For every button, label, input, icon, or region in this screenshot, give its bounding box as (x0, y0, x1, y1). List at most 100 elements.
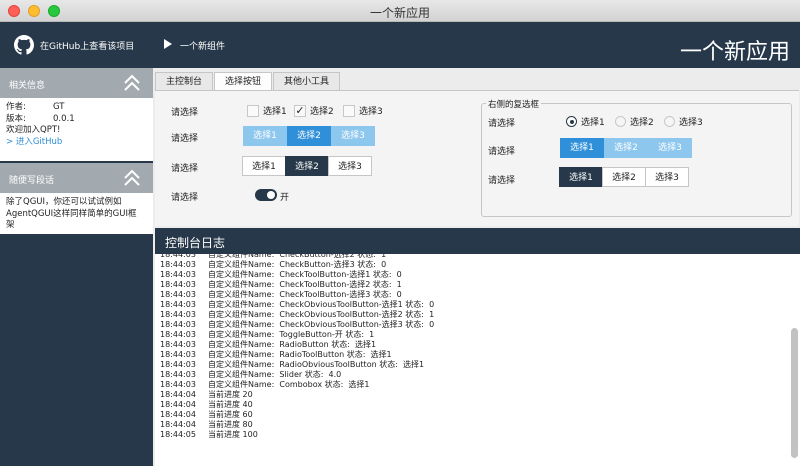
seg-option-3[interactable]: 选择3 (648, 138, 692, 158)
row-label: 请选择 (488, 147, 516, 157)
radio-option-3[interactable]: 选择3 (664, 115, 703, 128)
radio-label: 选择1 (581, 118, 605, 128)
log-line: 18:44:04 当前进度 60 (160, 410, 434, 420)
row-label: 请选择 (171, 134, 199, 144)
row-label: 请选择 (488, 119, 516, 129)
log-message: 自定义组件Name: CheckButton-选择2 状态: 1 (208, 254, 387, 259)
console-log[interactable]: 18:44:03 自定义组件Name: CheckButton-选择2 状态: 1… (155, 254, 800, 466)
welcome-text: 欢迎加入QPT! (6, 125, 61, 135)
seg-option-2[interactable]: 选择2 (602, 167, 646, 187)
info-section-title: 相关信息 (9, 81, 46, 91)
log-message: 自定义组件Name: CheckToolButton-选择2 状态: 1 (208, 280, 402, 289)
author-value: GT (53, 102, 65, 112)
radio-selected[interactable] (566, 116, 577, 127)
play-icon[interactable] (164, 39, 172, 49)
window-titlebar: 一个新应用 (0, 0, 800, 22)
radio-obvious-tool-button-group: 选择1 选择2 选择3 (559, 167, 689, 187)
radio-tool-button-group: 选择1 选择2 选择3 (560, 138, 692, 158)
log-time: 18:44:03 (160, 280, 196, 289)
checkbox[interactable] (247, 104, 259, 117)
double-chevron-up-icon[interactable] (123, 73, 141, 93)
scrollbar-thumb[interactable] (791, 328, 798, 458)
double-chevron-up-icon[interactable] (123, 168, 141, 188)
log-line: 18:44:04 当前进度 80 (160, 420, 434, 430)
log-message: 当前进度 20 (208, 390, 253, 399)
checkbox-option-2[interactable]: ✓ 选择2 (294, 104, 334, 117)
log-line: 18:44:03 自定义组件Name: CheckToolButton-选择3 状… (160, 290, 434, 300)
seg-option-2[interactable]: 选择2 (604, 138, 648, 158)
log-time: 18:44:03 (160, 340, 196, 349)
log-time: 18:44:03 (160, 360, 196, 369)
log-message: 自定义组件Name: CheckObviousToolButton-选择1 状态… (208, 300, 435, 309)
log-line: 18:44:03 自定义组件Name: CheckObviousToolButto… (160, 310, 434, 320)
checkbox-option-3[interactable]: 选择3 (343, 104, 383, 117)
log-line: 18:44:03 自定义组件Name: CheckObviousToolButto… (160, 320, 434, 330)
version-key: 版本: (6, 113, 26, 124)
github-enter-link[interactable]: > 进入GitHub (6, 137, 147, 149)
checkbox-option-1[interactable]: 选择1 (247, 104, 287, 117)
log-line: 18:44:03 自定义组件Name: Slider 状态: 4.0 (160, 370, 434, 380)
log-time: 18:44:03 (160, 320, 196, 329)
log-message: 自定义组件Name: CheckObviousToolButton-选择2 状态… (208, 310, 435, 319)
tab-select-buttons[interactable]: 选择按钮 (214, 72, 273, 91)
radio-label: 选择2 (630, 118, 654, 128)
radio-option-1[interactable]: 选择1 (566, 115, 605, 128)
notes-line: 除了QGUI，你还可以试试例如 (6, 197, 122, 207)
log-time: 18:44:04 (160, 420, 196, 429)
author-key: 作者: (6, 102, 26, 112)
seg-option-2[interactable]: 选择2 (285, 156, 329, 176)
seg-option-1[interactable]: 选择1 (560, 138, 604, 158)
toggle-label: 开 (280, 193, 290, 203)
seg-option-2[interactable]: 选择2 (287, 126, 331, 146)
log-time: 18:44:04 (160, 390, 196, 399)
checkbox-label: 选择2 (310, 107, 334, 117)
row-label: 请选择 (488, 176, 516, 186)
github-icon[interactable] (14, 35, 34, 55)
seg-option-1[interactable]: 选择1 (242, 156, 286, 176)
log-message: 当前进度 80 (208, 420, 253, 429)
log-line: 18:44:03 自定义组件Name: CheckButton-选择3 状态: 0 (160, 260, 434, 270)
log-time: 18:44:04 (160, 410, 196, 419)
notes-line: 架 (6, 220, 15, 230)
new-component-button[interactable]: 一个新组件 (180, 39, 225, 52)
app-title: 一个新应用 (679, 40, 790, 65)
row-label: 请选择 (171, 193, 199, 203)
tab-bar: 主控制台 选择按钮 其他小工具 (155, 72, 341, 91)
info-section-header[interactable]: 相关信息 (0, 68, 153, 98)
row-label: 请选择 (171, 164, 199, 174)
seg-option-1[interactable]: 选择1 (559, 167, 603, 187)
row-label: 请选择 (171, 108, 199, 118)
select-buttons-panel: 请选择 选择1 ✓ 选择2 选择3 请选择 选择1 选择2 选择3 请选择 选择1… (155, 90, 799, 226)
toggle-knob (267, 191, 275, 199)
log-time: 18:44:03 (160, 370, 196, 379)
seg-option-3[interactable]: 选择3 (328, 156, 372, 176)
window-title: 一个新应用 (369, 6, 430, 20)
log-message: 自定义组件Name: RadioButton 状态: 选择1 (208, 340, 377, 349)
seg-option-3[interactable]: 选择3 (645, 167, 689, 187)
radio-option-2[interactable]: 选择2 (615, 115, 654, 128)
version-value: 0.0.1 (53, 113, 75, 124)
checkbox[interactable] (343, 104, 355, 117)
app-header: 在GitHub上查看该项目 一个新组件 一个新应用 (0, 22, 800, 68)
tab-other-tools[interactable]: 其他小工具 (273, 72, 341, 91)
radio[interactable] (664, 116, 675, 127)
log-time: 18:44:04 (160, 400, 196, 409)
checkbox-checked[interactable]: ✓ (294, 104, 306, 117)
console-title: 控制台日志 (165, 236, 226, 250)
notes-section-header[interactable]: 随便写段话 (0, 163, 153, 193)
log-message: 当前进度 60 (208, 410, 253, 419)
seg-option-1[interactable]: 选择1 (243, 126, 287, 146)
radio[interactable] (615, 116, 626, 127)
log-time: 18:44:03 (160, 380, 196, 389)
log-time: 18:44:03 (160, 350, 196, 359)
seg-option-3[interactable]: 选择3 (331, 126, 375, 146)
log-message: 自定义组件Name: Combobox 状态: 选择1 (208, 380, 370, 389)
check-tool-button-group: 选择1 选择2 选择3 (243, 126, 375, 146)
github-link[interactable]: 在GitHub上查看该项目 (40, 39, 134, 52)
log-line: 18:44:04 当前进度 20 (160, 390, 434, 400)
radio-label: 选择3 (679, 118, 703, 128)
log-time: 18:44:05 (160, 430, 196, 439)
toggle-switch[interactable] (255, 189, 277, 201)
log-message: 自定义组件Name: Slider 状态: 4.0 (208, 370, 342, 379)
tab-main-console[interactable]: 主控制台 (155, 72, 214, 91)
